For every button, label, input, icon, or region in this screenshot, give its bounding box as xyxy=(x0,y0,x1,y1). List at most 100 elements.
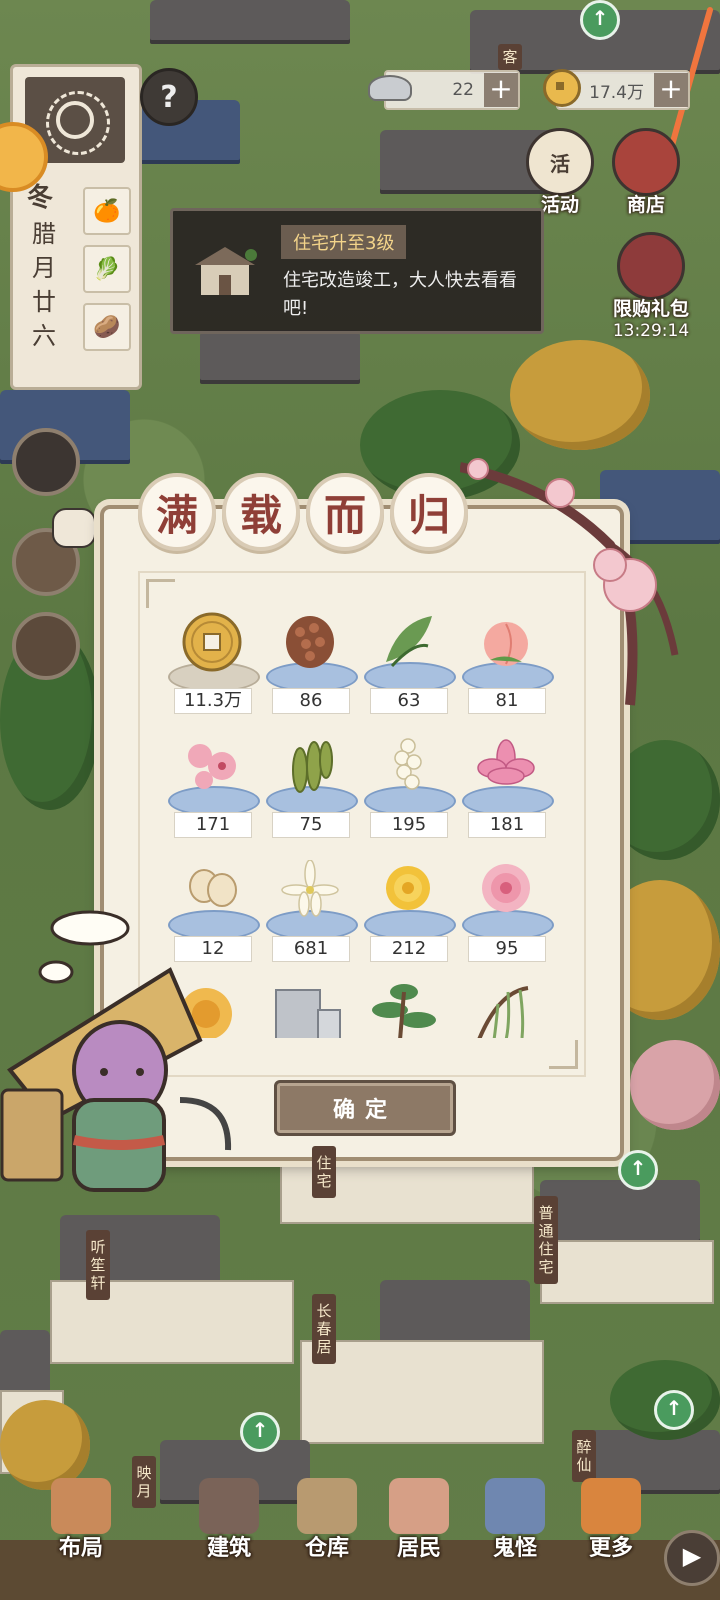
silver-resource: 22 + xyxy=(368,70,520,110)
item-count: 95 xyxy=(468,936,546,962)
title-char-3: 而 xyxy=(306,473,384,551)
nav-label: 更多 xyxy=(588,1536,633,1561)
gift-bag-icon xyxy=(617,232,685,300)
notice-bubble-icon[interactable] xyxy=(52,508,96,548)
nav-label: 鬼怪 xyxy=(492,1536,537,1561)
help-button[interactable]: ? xyxy=(140,68,198,126)
nav-label: 居民 xyxy=(396,1536,441,1561)
notice-title: 住宅升至3级 xyxy=(281,225,407,259)
reward-item: 11.3万 xyxy=(166,606,260,726)
willow-icon xyxy=(477,986,529,1038)
building-label[interactable]: 映月 xyxy=(132,1456,156,1508)
copper-resource: 17.4万 + xyxy=(543,69,690,110)
limited-gift-label: 限购礼包 xyxy=(612,298,689,320)
scroll-icon: 活 xyxy=(526,128,594,196)
build-icon xyxy=(199,1478,259,1534)
peach-icon xyxy=(484,622,528,666)
building-label[interactable]: 听笙轩 xyxy=(86,1230,110,1300)
nav-more[interactable]: 更多 xyxy=(566,1478,656,1562)
reward-item: 95 xyxy=(460,854,554,974)
item-count: 195 xyxy=(370,812,448,838)
coin-icon xyxy=(182,612,242,672)
nav-label: 建筑 xyxy=(206,1536,251,1561)
nuts-icon: 🥔 xyxy=(83,303,131,351)
silver-ingot-icon xyxy=(368,66,412,110)
nav-ghosts[interactable]: 鬼怪 xyxy=(470,1478,560,1562)
ghost-icon xyxy=(485,1478,545,1534)
title-char-2: 载 xyxy=(222,473,300,551)
building-label[interactable]: 普通住宅 xyxy=(534,1196,558,1284)
reward-item: 75 xyxy=(264,730,358,850)
dialog-title: 满 载 而 归 xyxy=(138,473,468,551)
leaves-icon xyxy=(386,616,432,668)
building-label[interactable]: 客 xyxy=(498,44,522,70)
item-count: 212 xyxy=(370,936,448,962)
upgrade-notice[interactable]: 住宅升至3级 住宅改造竣工，大人快去看看吧! xyxy=(170,208,544,334)
confirm-button[interactable]: 确定 xyxy=(274,1080,456,1136)
house-thumbnail-icon xyxy=(195,247,257,295)
orchid-icon xyxy=(281,860,339,917)
cabbage-icon: 🥬 xyxy=(83,245,131,293)
bag-button[interactable] xyxy=(12,612,80,680)
reward-item: 181 xyxy=(460,730,554,850)
chrysanthemum-icon xyxy=(386,866,430,910)
next-page-button[interactable]: ▶ xyxy=(664,1530,720,1586)
nav-label: 仓库 xyxy=(304,1536,349,1561)
activity-button[interactable]: 活 活动 xyxy=(520,128,600,217)
reward-item: 86 xyxy=(264,606,358,726)
more-icon xyxy=(581,1478,641,1534)
item-count: 63 xyxy=(370,688,448,714)
resident-icon xyxy=(389,1478,449,1534)
add-silver-button[interactable]: + xyxy=(484,73,518,107)
lunar-date: 腊月廿六 xyxy=(32,220,56,350)
copper-coin-icon xyxy=(540,66,584,110)
calendar-panel[interactable]: 冬 腊月廿六 🍊 🥬 🥔 xyxy=(10,64,142,390)
building-label[interactable]: 住宅 xyxy=(312,1146,336,1198)
nav-label: 布局 xyxy=(58,1536,103,1561)
stone-icon xyxy=(275,989,341,1038)
farmer-ghost-character[interactable] xyxy=(0,900,240,1220)
nav-residents[interactable]: 居民 xyxy=(374,1478,464,1562)
reward-item: 212 xyxy=(362,854,456,974)
lotus-icon xyxy=(477,739,535,785)
shop-button[interactable]: 商店 xyxy=(606,128,686,217)
title-char-1: 满 xyxy=(138,473,216,551)
building-label[interactable]: 长春居 xyxy=(312,1294,336,1364)
reward-item: 195 xyxy=(362,730,456,850)
title-char-4: 归 xyxy=(390,473,468,551)
white-blossom-icon xyxy=(394,738,422,790)
reward-item: 63 xyxy=(362,606,456,726)
upgrade-arrow-icon[interactable]: ↑ xyxy=(240,1412,280,1452)
item-count: 181 xyxy=(468,812,546,838)
nav-warehouse[interactable]: 仓库 xyxy=(282,1478,372,1562)
warehouse-icon xyxy=(297,1478,357,1534)
upgrade-arrow-icon[interactable]: ↑ xyxy=(580,0,620,40)
upgrade-arrow-icon[interactable]: ↑ xyxy=(618,1150,658,1190)
layout-icon xyxy=(51,1478,111,1534)
reward-item: 681 xyxy=(264,854,358,974)
left-slot-button[interactable] xyxy=(12,428,80,496)
nav-build[interactable]: 建筑 xyxy=(184,1478,274,1562)
peony-icon xyxy=(482,864,530,912)
reward-item: 81 xyxy=(460,606,554,726)
pinecone-icon xyxy=(286,616,334,668)
building-label[interactable]: 醉仙 xyxy=(572,1430,596,1482)
nav-layout[interactable]: 布局 xyxy=(36,1478,126,1562)
item-count: 171 xyxy=(174,812,252,838)
reward-item: 171 xyxy=(166,730,260,850)
shop-icon xyxy=(612,128,680,196)
peach-blossom-icon xyxy=(188,744,236,789)
item-count: 75 xyxy=(272,812,350,838)
persimmon-icon: 🍊 xyxy=(83,187,131,235)
bean-pods-icon xyxy=(292,741,333,793)
gift-timer: 13:29:14 xyxy=(612,321,690,341)
limited-gift-button[interactable]: 限购礼包 13:29:14 xyxy=(596,232,706,341)
item-count: 81 xyxy=(468,688,546,714)
item-count: 681 xyxy=(272,936,350,962)
item-count: 11.3万 xyxy=(174,688,252,714)
upgrade-arrow-icon[interactable]: ↑ xyxy=(654,1390,694,1430)
add-copper-button[interactable]: + xyxy=(654,73,688,107)
notice-body: 住宅改造竣工，大人快去看看吧! xyxy=(283,270,517,319)
shop-label: 商店 xyxy=(626,194,665,216)
bonsai-icon xyxy=(372,984,436,1038)
